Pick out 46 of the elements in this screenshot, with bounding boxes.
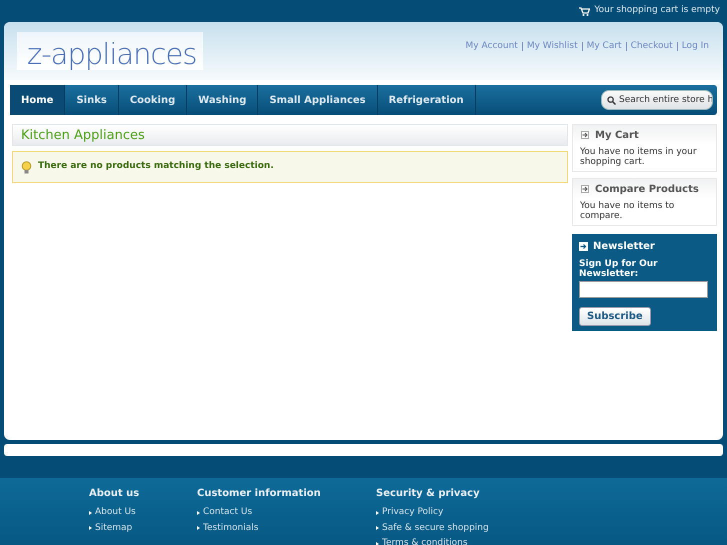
bullet-icon	[197, 526, 200, 530]
footer-link[interactable]: Privacy Policy	[376, 506, 489, 520]
footer-link[interactable]: Safe & secure shopping	[376, 522, 489, 535]
newsletter-label: Sign Up for Our Newsletter:	[579, 259, 659, 279]
newsletter-title: Newsletter	[593, 240, 655, 254]
nav-tab[interactable]: Small Appliances	[258, 85, 378, 115]
nav-tab[interactable]: Sinks	[65, 85, 119, 115]
lightbulb-icon	[21, 160, 32, 174]
email-field[interactable]	[579, 281, 708, 298]
page-title: Kitchen Appliances	[12, 124, 568, 146]
footer-heading: Security & privacy	[376, 488, 481, 500]
bullet-icon	[89, 510, 92, 515]
bullet-icon	[197, 510, 200, 515]
bullet-icon	[376, 542, 379, 545]
logo[interactable]: z-appliances	[17, 32, 203, 70]
arrow-icon	[579, 242, 588, 250]
footer-link[interactable]: Contact Us	[197, 506, 376, 520]
header-link[interactable]: Checkout	[630, 42, 678, 51]
block-text: You have no items in your shopping cart.	[579, 146, 698, 169]
footer-link[interactable]: About Us	[89, 506, 197, 520]
block-title: My Cart	[595, 128, 639, 142]
cart-status: Your shopping cart is empty	[594, 4, 720, 18]
block-title: Compare Products	[595, 182, 699, 196]
bullet-icon	[376, 510, 379, 515]
footer-link[interactable]: Terms & conditions	[376, 537, 489, 545]
subscribe-button[interactable]: Subscribe	[579, 307, 651, 326]
header-link[interactable]: Log In	[682, 42, 713, 51]
nav-tab[interactable]: Washing	[187, 85, 258, 115]
header-link[interactable]: My Wishlist	[526, 42, 583, 51]
footer-link[interactable]: Testimonials	[197, 522, 376, 535]
header-link[interactable]: My Cart	[586, 42, 627, 51]
arrow-icon	[581, 131, 589, 139]
search-icon	[607, 96, 616, 105]
footer-heading: Customer information	[197, 488, 322, 500]
header-link[interactable]: My Account	[466, 42, 523, 51]
bullet-icon	[376, 526, 379, 530]
nav-tab[interactable]: Home	[10, 85, 66, 115]
arrow-icon	[581, 185, 589, 193]
nav-tab[interactable]: Cooking	[118, 85, 188, 115]
footer-link[interactable]: Sitemap	[89, 522, 197, 535]
nav-tab[interactable]: Refrigeration	[378, 85, 476, 115]
notice-message: There are no products matching the selection.	[38, 160, 274, 174]
bullet-icon	[89, 526, 92, 530]
footer-heading: About us	[89, 488, 140, 500]
block-text: You have no items to compare.	[579, 200, 676, 223]
cart-icon	[579, 6, 590, 16]
